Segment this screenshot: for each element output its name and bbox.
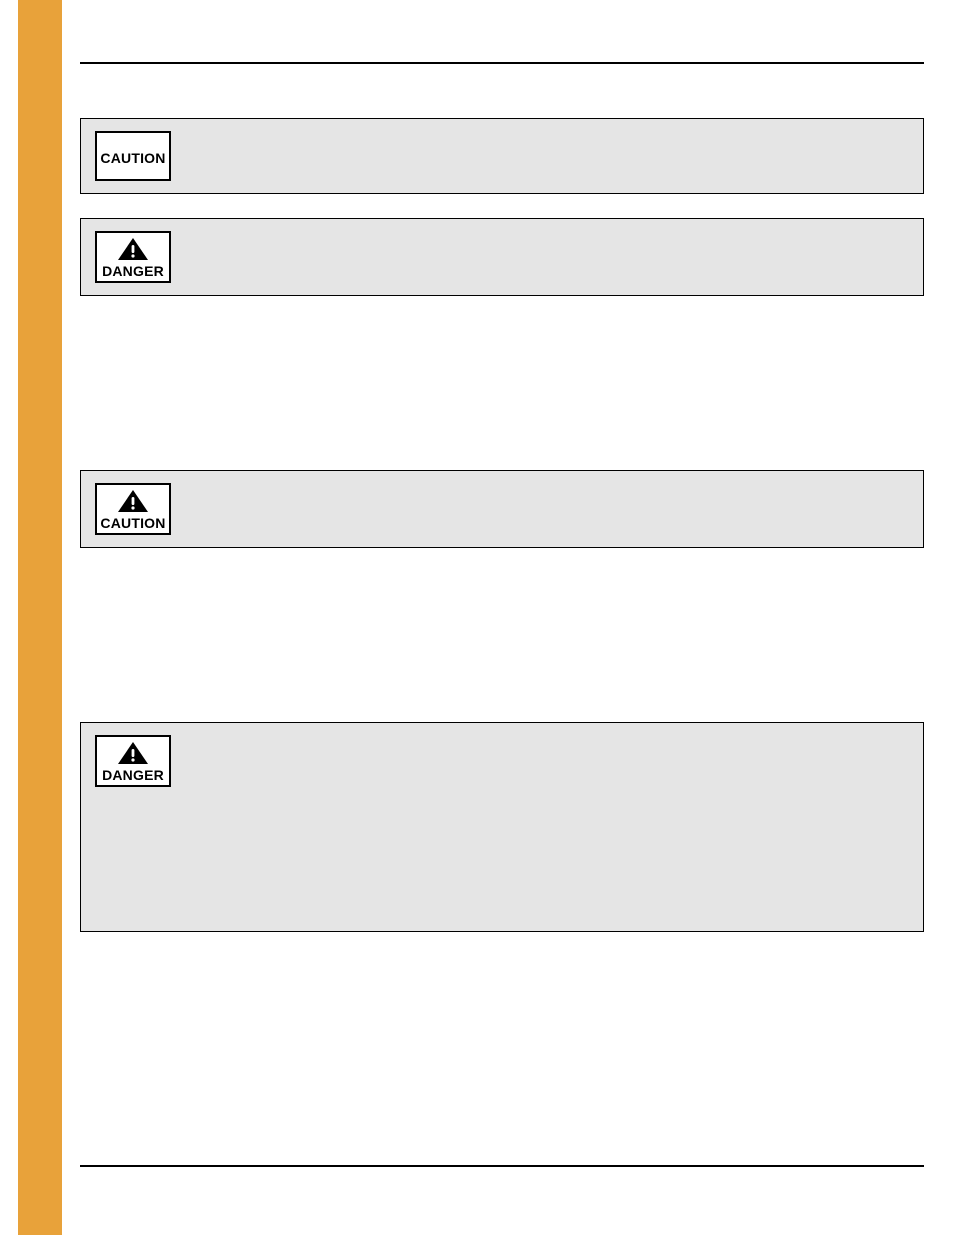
caution-box-plain: CAUTION — [80, 118, 924, 194]
page: CAUTION DANGER — [0, 0, 954, 1235]
bottom-horizontal-rule — [80, 1165, 924, 1167]
danger-icon-frame-1: DANGER — [95, 231, 171, 283]
side-stripe — [18, 0, 62, 1235]
warning-stack: CAUTION DANGER — [62, 118, 924, 956]
text-gap-1 — [62, 320, 924, 470]
content-area: CAUTION DANGER — [62, 0, 924, 1235]
danger-label-text-1: DANGER — [102, 263, 164, 279]
alert-triangle-icon — [117, 489, 149, 513]
caution-box-icon: CAUTION — [80, 470, 924, 548]
caution-icon-label-text: CAUTION — [100, 515, 165, 531]
danger-box-1: DANGER — [80, 218, 924, 296]
alert-triangle-icon — [117, 741, 149, 765]
caution-icon-frame: CAUTION — [95, 483, 171, 535]
text-gap-2 — [62, 572, 924, 722]
alert-triangle-icon — [117, 237, 149, 261]
danger-icon-frame-2: DANGER — [95, 735, 171, 787]
caution-label-frame: CAUTION — [95, 131, 171, 181]
danger-label-text-2: DANGER — [102, 767, 164, 783]
top-horizontal-rule — [80, 62, 924, 64]
danger-box-2: DANGER — [80, 722, 924, 932]
caution-label-text: CAUTION — [100, 150, 165, 166]
